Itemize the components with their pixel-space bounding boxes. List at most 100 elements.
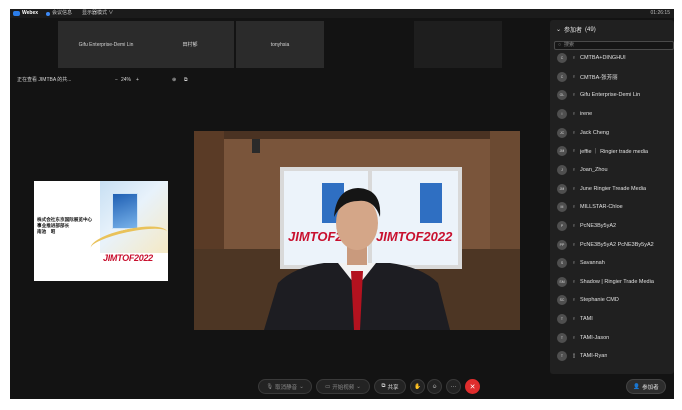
video-button[interactable]: ▭ 开始视频 ⌄ (316, 379, 370, 394)
participant-row[interactable]: JM ♀ June Ringier Treade Media (550, 182, 674, 196)
share-icon: ⧉ (381, 383, 386, 389)
zoom-level: 24% (121, 77, 132, 83)
info-icon (46, 11, 50, 16)
participant-name: Stephanie CMD (580, 297, 619, 304)
camera-off-icon: ▭ (325, 383, 331, 390)
participant-row[interactable]: SC ♀ Stephanie CMD (550, 293, 674, 307)
shared-slide: 株式会社东京国际展览中心 事业推进部部长 南池 昭 JIMTOF2022 (34, 181, 168, 281)
participant-row[interactable]: P ♀ PcNE3By5yA2 (550, 219, 674, 233)
avatar: JC (557, 127, 567, 138)
share-label: 共享 (387, 384, 399, 391)
avatar: C (557, 53, 567, 63)
mic-icon: ♀ (572, 166, 576, 173)
participant-row[interactable]: S ♀ Savannah (550, 256, 674, 270)
speaker-video-frame: JIMTOF2022 JIMTOF2022 (194, 131, 520, 330)
participant-name: TAMI (580, 316, 593, 323)
meeting-toolbar: 🎙 取消静音 ⌄ ▭ 开始视频 ⌄ ⧉ 共享 ✋ ☺ ··· ✕ 👤 参加者 (10, 377, 674, 397)
participant-row[interactable]: C ♀ CMTBA+DINGHUI (550, 51, 674, 65)
participant-name: PcNE3By5yA2 PcNE3By5yA2 (580, 241, 654, 248)
avatar: C (557, 71, 567, 82)
webex-logo: Webex (13, 9, 38, 18)
layout-menu[interactable]: 显示器模式 ∨ (82, 9, 113, 18)
avatar: PP (557, 239, 567, 250)
participant-row[interactable]: M ♀ MILLSTAR-Chloe (550, 200, 674, 214)
reactions-button[interactable]: ☺ (427, 379, 442, 394)
participant-search-input[interactable]: ○ 搜索 (554, 41, 674, 50)
thumbnail-name: tonyhsia (270, 41, 290, 48)
mic-icon: ♀ (572, 260, 576, 267)
participant-row[interactable]: T ▯ TAMI-Ryan (550, 349, 674, 363)
slide-panel-graphic (112, 193, 138, 229)
participant-row[interactable]: JM ♀ jeffie ｜ Ringier trade media (550, 144, 674, 158)
avatar: S (557, 258, 567, 269)
participants-label: 参加者 (642, 384, 659, 391)
avatar: M (557, 202, 567, 213)
participant-name: June Ringier Treade Media (580, 185, 647, 192)
mic-icon: ♀ (572, 110, 576, 117)
thumbnail-name: 田村郁 (182, 42, 198, 48)
participant-name: MILLSTAR-Chloe (580, 204, 623, 211)
participant-row[interactable]: SM ♀ Shadow | Ringier Trade Media (550, 275, 674, 289)
meeting-info-label: 会议信息 (52, 10, 73, 16)
more-options-button[interactable]: ··· (446, 379, 461, 394)
mute-button[interactable]: 🎙 取消静音 ⌄ (258, 379, 312, 394)
meeting-info-button[interactable]: 会议信息 (46, 9, 72, 18)
participant-row[interactable]: J ♀ Joan_Zhou (550, 163, 674, 177)
mic-icon: ▯ (572, 353, 576, 360)
mic-icon: ♀ (572, 92, 576, 99)
panel-title: 参加者 (564, 28, 583, 34)
avatar: T (557, 314, 567, 325)
participant-row[interactable]: T ♀ TAMI (550, 312, 674, 326)
avatar: SM (557, 276, 567, 287)
zoom-in-button[interactable]: + (136, 76, 139, 85)
participant-count: (49) (585, 26, 596, 33)
zoom-out-button[interactable]: − (115, 76, 118, 85)
participant-thumbnail[interactable]: tonyhsia (236, 21, 324, 68)
avatar: T (557, 351, 567, 362)
mic-icon: ♀ (572, 334, 576, 341)
participant-row[interactable]: C ♀ CMTBA-张芳丽 (550, 70, 674, 84)
panel-header[interactable]: ⌄ 参加者 (49) (556, 25, 596, 35)
participant-row[interactable]: I ♀ irene (550, 107, 674, 121)
avatar: P (557, 220, 567, 231)
annotate-icon[interactable]: ⊕ (172, 76, 176, 85)
poster-brand-right: JIMTOF2022 (376, 229, 453, 244)
share-view-bar: 正在查看 JIMTBA 的共... − 24% + ⊕ ⧉ (10, 76, 200, 85)
mic-icon: ♀ (572, 73, 576, 80)
chevron-down-icon: ⌄ (556, 27, 562, 33)
participant-name: TAMI-Ryan (580, 353, 608, 360)
participant-name: CMTBA-张芳丽 (580, 74, 618, 81)
participant-name: Jack Cheng (580, 129, 610, 136)
slide-brand-logo: JIMTOF2022 (103, 253, 153, 263)
end-call-button[interactable]: ✕ (465, 379, 480, 394)
participant-row[interactable]: T ♀ TAMI-Jason (550, 331, 674, 345)
popout-icon[interactable]: ⧉ (184, 76, 188, 85)
participant-name: irene (580, 110, 593, 117)
participant-thumbnail[interactable]: Gifu Enterprise-Demi Lin (58, 21, 154, 68)
raise-hand-button[interactable]: ✋ (410, 379, 425, 394)
chevron-down-icon: ⌄ (356, 383, 361, 390)
participant-thumbnail[interactable]: 田村郁 (146, 21, 234, 68)
avatar: JM (557, 146, 567, 157)
avatar: JM (557, 183, 567, 194)
participant-name: jeffie ｜ Ringier trade media (580, 149, 649, 156)
participant-thumbnail[interactable] (414, 21, 502, 68)
avatar: GL (557, 90, 567, 101)
participant-row[interactable]: PP ♀ PcNE3By5yA2 PcNE3By5yA2 (550, 238, 674, 252)
avatar: I (557, 108, 567, 119)
mic-icon: ♀ (572, 204, 576, 211)
mic-icon: ♀ (572, 241, 576, 248)
participant-row[interactable]: JC ♀ Jack Cheng (550, 126, 674, 140)
thumbnail-name: Gifu Enterprise-Demi Lin (78, 41, 134, 48)
app-name: Webex (22, 10, 39, 16)
participants-button[interactable]: 👤 参加者 (626, 379, 666, 394)
webex-window: Webex 会议信息 显示器模式 ∨ 01:26:15 Gifu Enterpr… (10, 9, 674, 399)
participant-name: TAMI-Jason (580, 334, 610, 341)
mic-icon: ♀ (572, 222, 576, 229)
avatar: SC (557, 295, 567, 306)
video-label: 开始视频 (332, 384, 355, 391)
share-button[interactable]: ⧉ 共享 (374, 379, 406, 394)
mic-icon: ♀ (572, 129, 576, 136)
participant-row[interactable]: GL ♀ Gifu Enterprise-Demi Lin (550, 88, 674, 102)
top-bar: Webex 会议信息 显示器模式 ∨ 01:26:15 (10, 9, 674, 18)
